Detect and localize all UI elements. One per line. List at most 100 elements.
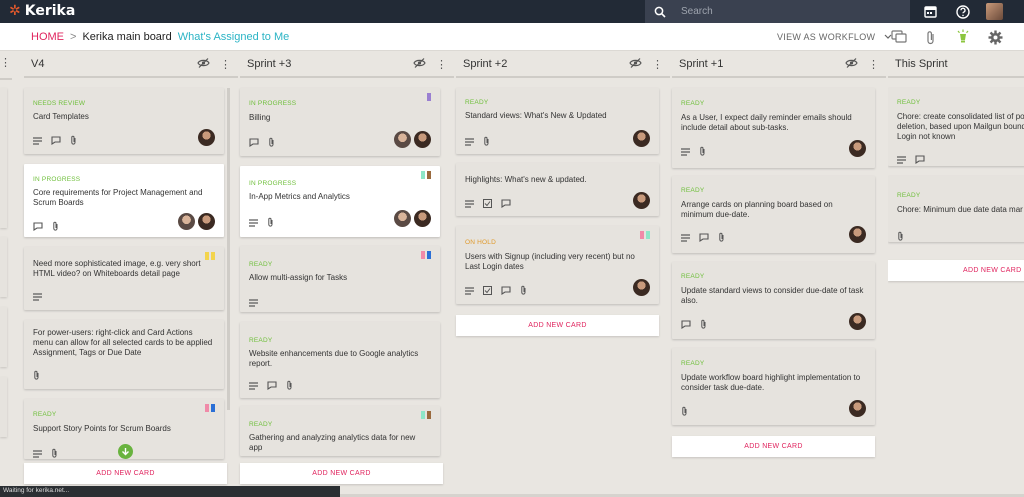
tag-pink (640, 231, 644, 239)
card-assignees (849, 140, 866, 157)
previous-column-edge: ⋮ (0, 52, 12, 485)
card-title: Gathering and analyzing analytics data f… (249, 433, 416, 452)
card[interactable]: READY Standard views: What's New & Updat… (456, 88, 659, 154)
paperclip-icon[interactable] (923, 29, 939, 45)
column-header: Sprint +3 ⋮ (240, 52, 454, 78)
list-icon (33, 445, 42, 463)
column-title[interactable]: Sprint +2 (463, 58, 629, 70)
settings-gear-icon[interactable] (987, 29, 1003, 45)
card[interactable]: READY Chore: create consolidated list of… (888, 88, 1024, 166)
card-icons (249, 134, 275, 152)
avatar (633, 192, 650, 209)
paperclip-icon (483, 133, 490, 151)
add-new-card-button[interactable]: ADD NEW CARD (456, 315, 659, 336)
search-box[interactable] (645, 0, 910, 23)
column-menu-icon[interactable]: ⋮ (652, 58, 663, 71)
add-new-card-button[interactable]: ADD NEW CARD (24, 463, 227, 484)
user-avatar[interactable] (986, 3, 1003, 20)
card-status: READY (897, 99, 921, 106)
column-title[interactable]: V4 (31, 58, 197, 70)
card[interactable]: READY Chore: Minimum due date data mar (888, 176, 1024, 242)
help-icon[interactable] (954, 3, 971, 20)
tag-pink (421, 251, 425, 259)
card[interactable]: READY Gathering and analyzing analytics … (240, 406, 440, 456)
card-title: In-App Metrics and Analytics (249, 192, 350, 201)
card[interactable]: Highlights: What's new & updated. (456, 163, 659, 216)
card[interactable]: READY Website enhancements due to Google… (240, 322, 440, 398)
card-tags (421, 411, 431, 419)
card-tags (640, 231, 650, 239)
avatar (394, 131, 411, 148)
board-name[interactable]: Kerika main board (82, 31, 171, 43)
column-title[interactable]: Sprint +3 (247, 58, 413, 70)
card-assignees (849, 400, 866, 417)
card[interactable]: READY Update workflow board highlight im… (672, 348, 875, 425)
chat-icon (699, 229, 709, 247)
paperclip-icon (718, 229, 725, 247)
search-input[interactable] (681, 6, 901, 17)
paperclip-icon (520, 282, 527, 300)
breadcrumb-home-link[interactable]: HOME (31, 31, 64, 43)
column-menu-icon[interactable]: ⋮ (436, 58, 447, 71)
column-scrollbar[interactable] (227, 88, 230, 410)
column-v4: V4 ⋮ NEEDS REVIEW Card Templates IN PROG… (24, 52, 238, 485)
breadcrumb-separator: > (70, 31, 77, 43)
card[interactable]: READY As a User, I expect daily reminder… (672, 88, 875, 168)
tag-purple (427, 93, 431, 101)
chat-icon[interactable] (891, 29, 907, 45)
column-header: V4 ⋮ (24, 52, 238, 78)
hide-column-icon[interactable] (629, 57, 642, 71)
add-new-card-button[interactable]: ADD NEW CARD (672, 436, 875, 457)
add-new-card-button[interactable]: ADD NEW CARD (240, 463, 443, 484)
avatar (178, 213, 195, 230)
hide-column-icon[interactable] (197, 57, 210, 71)
card[interactable]: IN PROGRESS Billing (240, 88, 440, 156)
card-assignees (394, 131, 431, 148)
view-as-dropdown[interactable]: VIEW AS WORKFLOW (777, 32, 892, 42)
scroll-down-arrow-icon[interactable] (118, 444, 133, 459)
card-assignees (633, 192, 650, 209)
view-as-label: VIEW AS WORKFLOW (777, 32, 876, 42)
board-toolbar: HOME > Kerika main board What's Assigned… (0, 23, 1024, 51)
add-new-card-button[interactable]: ADD NEW CARD (888, 260, 1024, 281)
card[interactable]: For power-users: right-click and Card Ac… (24, 320, 224, 389)
card[interactable]: READY Support Story Points for Scrum Boa… (24, 399, 224, 459)
list-icon (465, 133, 474, 151)
card-title: Core requirements for Project Management… (33, 188, 203, 207)
card[interactable]: IN PROGRESS In-App Metrics and Analytics (240, 166, 440, 237)
card-status: READY (33, 411, 57, 418)
card[interactable]: ON HOLD Users with Signup (including ver… (456, 226, 659, 304)
card-edge[interactable] (0, 307, 7, 367)
hide-column-icon[interactable] (413, 57, 426, 71)
card-edge[interactable] (0, 377, 7, 437)
card-icons (249, 377, 293, 395)
card[interactable]: READY Arrange cards on planning board ba… (672, 176, 875, 253)
app-logo[interactable]: ✲ Kerika (9, 3, 75, 19)
card-edge[interactable] (0, 88, 7, 228)
tag-brown (427, 411, 431, 419)
search-icon[interactable] (645, 6, 675, 18)
column-header: This Sprint (888, 52, 1024, 78)
card-edge[interactable] (0, 237, 7, 297)
card-title: Support Story Points for Scrum Boards (33, 424, 171, 433)
card[interactable]: Need more sophisticated image, e.g. very… (24, 247, 224, 310)
column-title[interactable]: Sprint +1 (679, 58, 845, 70)
view-filter-name[interactable]: What's Assigned to Me (178, 31, 290, 43)
highlight-bulb-icon[interactable] (955, 29, 971, 45)
card[interactable]: READY Update standard views to consider … (672, 262, 875, 339)
column-menu-icon[interactable]: ⋮ (868, 58, 879, 71)
card-icons (33, 367, 40, 385)
hide-column-icon[interactable] (845, 57, 858, 71)
card-title: Update standard views to consider due-da… (681, 286, 864, 305)
paperclip-icon (33, 367, 40, 385)
card[interactable]: NEEDS REVIEW Card Templates (24, 88, 224, 154)
calendar-icon[interactable] (922, 3, 939, 20)
column-title[interactable]: This Sprint (895, 58, 1024, 70)
column-menu-icon[interactable]: ⋮ (220, 58, 231, 71)
card[interactable]: READY Allow multi-assign for Tasks (240, 246, 440, 312)
card[interactable]: IN PROGRESS Core requirements for Projec… (24, 164, 224, 237)
paperclip-icon (286, 377, 293, 395)
more-icon[interactable]: ⋮ (0, 56, 11, 69)
avatar (414, 210, 431, 227)
paperclip-icon (52, 218, 59, 236)
